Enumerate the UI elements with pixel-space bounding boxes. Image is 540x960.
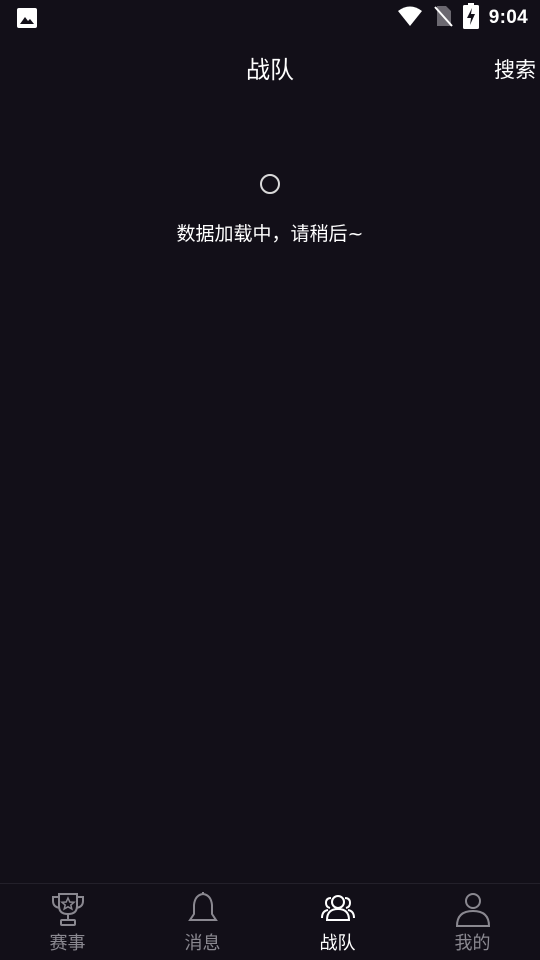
nav-label-team: 战队 bbox=[319, 933, 356, 954]
status-icons: 9:04 bbox=[397, 3, 528, 33]
loading-text: 数据加载中，请稍后~ bbox=[176, 223, 364, 245]
user-icon bbox=[454, 890, 492, 928]
app-screen: 9:04 战队 搜索 数据加载中，请稍后~ 赛事 消息 战队 我的 bbox=[0, 0, 540, 960]
wifi-icon bbox=[397, 5, 423, 31]
trophy-icon bbox=[49, 890, 87, 928]
page-title: 战队 bbox=[246, 56, 294, 84]
bell-icon bbox=[184, 890, 222, 928]
top-app-bar: 战队 搜索 bbox=[0, 36, 540, 100]
bottom-navigation: 赛事 消息 战队 我的 bbox=[0, 883, 540, 960]
team-icon bbox=[319, 890, 357, 928]
search-button[interactable]: 搜索 bbox=[494, 54, 536, 84]
status-bar: 9:04 bbox=[0, 0, 540, 36]
nav-item-messages[interactable]: 消息 bbox=[135, 884, 270, 960]
nav-label-profile: 我的 bbox=[454, 933, 491, 954]
image-icon bbox=[16, 7, 38, 29]
loading-spinner-icon bbox=[260, 174, 280, 194]
nav-item-team[interactable]: 战队 bbox=[270, 884, 405, 960]
loading-indicator: 数据加载中，请稍后~ bbox=[0, 174, 540, 246]
nav-label-events: 赛事 bbox=[49, 933, 86, 954]
status-time: 9:04 bbox=[488, 7, 528, 28]
battery-charging-icon bbox=[462, 3, 479, 33]
nav-label-messages: 消息 bbox=[184, 933, 221, 954]
no-sim-icon bbox=[433, 4, 453, 32]
nav-item-events[interactable]: 赛事 bbox=[0, 884, 135, 960]
nav-item-profile[interactable]: 我的 bbox=[405, 884, 540, 960]
